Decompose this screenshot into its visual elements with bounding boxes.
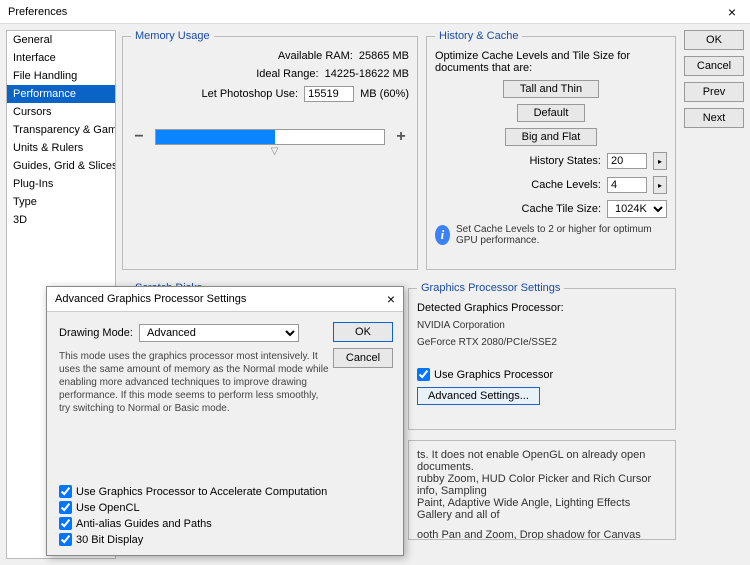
gpu-legend: Graphics Processor Settings (417, 282, 564, 294)
history-cache-panel: History & Cache Optimize Cache Levels an… (426, 30, 676, 270)
modal-title: Advanced Graphics Processor Settings (55, 293, 387, 305)
advanced-gpu-dialog: Advanced Graphics Processor Settings × O… (46, 286, 404, 556)
window-title: Preferences (8, 6, 722, 18)
mode-description: This mode uses the graphics processor mo… (59, 350, 329, 415)
sidebar-item-type[interactable]: Type (7, 193, 115, 211)
tall-thin-button[interactable]: Tall and Thin (503, 80, 599, 98)
available-ram-label: Available RAM: (223, 50, 353, 62)
sidebar-item-transparency[interactable]: Transparency & Gamut (7, 121, 115, 139)
default-button[interactable]: Default (517, 104, 586, 122)
available-ram-value: 25865 MB (359, 50, 409, 62)
prev-button[interactable]: Prev (684, 82, 744, 102)
cache-tile-label: Cache Tile Size: (522, 203, 601, 215)
sidebar-item-units[interactable]: Units & Rulers (7, 139, 115, 157)
modal-ok-button[interactable]: OK (333, 322, 393, 342)
cache-tile-select[interactable]: 1024K (607, 200, 667, 218)
big-flat-button[interactable]: Big and Flat (505, 128, 598, 146)
accelerate-computation-checkbox[interactable]: Use Graphics Processor to Accelerate Com… (59, 485, 327, 498)
drawing-mode-label: Drawing Mode: (59, 327, 133, 339)
description-box: ts. It does not enable OpenGL on already… (408, 440, 676, 540)
use-gpu-checkbox[interactable]: Use Graphics Processor (417, 368, 667, 381)
sidebar-item-plugins[interactable]: Plug-Ins (7, 175, 115, 193)
history-states-input[interactable] (607, 153, 647, 169)
detected-gpu-label: Detected Graphics Processor: (417, 302, 667, 314)
next-button[interactable]: Next (684, 108, 744, 128)
cache-levels-input[interactable] (607, 177, 647, 193)
history-states-stepper[interactable]: ▸ (653, 152, 667, 170)
sidebar-item-3d[interactable]: 3D (7, 211, 115, 229)
memory-plus-button[interactable]: + (393, 128, 409, 146)
30bit-display-checkbox[interactable]: 30 Bit Display (59, 533, 327, 546)
slider-thumb-icon[interactable]: ▽ (271, 146, 279, 157)
sidebar-item-cursors[interactable]: Cursors (7, 103, 115, 121)
memory-slider[interactable]: ▽ (155, 129, 385, 145)
ideal-range-value: 14225-18622 MB (325, 68, 409, 80)
ok-button[interactable]: OK (684, 30, 744, 50)
sidebar-item-performance[interactable]: Performance (7, 85, 115, 103)
gpu-settings-panel: Graphics Processor Settings Detected Gra… (408, 282, 676, 430)
advanced-settings-button[interactable]: Advanced Settings... (417, 387, 540, 405)
modal-close-icon[interactable]: × (387, 291, 395, 307)
info-icon: i (435, 225, 450, 245)
let-use-suffix: MB (60%) (360, 88, 409, 100)
sidebar-item-file-handling[interactable]: File Handling (7, 67, 115, 85)
ideal-range-label: Ideal Range: (189, 68, 319, 80)
cache-levels-label: Cache Levels: (531, 179, 601, 191)
cache-levels-stepper[interactable]: ▸ (653, 176, 667, 194)
use-opencl-checkbox[interactable]: Use OpenCL (59, 501, 327, 514)
gpu-vendor: NVIDIA Corporation (417, 320, 667, 331)
memory-legend: Memory Usage (131, 30, 214, 42)
let-use-label: Let Photoshop Use: (168, 88, 298, 100)
sidebar-item-guides[interactable]: Guides, Grid & Slices (7, 157, 115, 175)
sidebar-item-interface[interactable]: Interface (7, 49, 115, 67)
memory-usage-panel: Memory Usage Available RAM: 25865 MB Idea… (122, 30, 418, 270)
modal-cancel-button[interactable]: Cancel (333, 348, 393, 368)
history-states-label: History States: (529, 155, 601, 167)
close-icon[interactable]: × (722, 4, 742, 20)
let-use-input[interactable] (304, 86, 354, 102)
cache-tip: Set Cache Levels to 2 or higher for opti… (456, 224, 667, 246)
history-intro: Optimize Cache Levels and Tile Size for … (435, 50, 667, 74)
sidebar-item-general[interactable]: General (7, 31, 115, 49)
memory-minus-button[interactable]: − (131, 128, 147, 146)
drawing-mode-select[interactable]: Advanced (139, 324, 299, 342)
antialias-guides-checkbox[interactable]: Anti-alias Guides and Paths (59, 517, 327, 530)
history-legend: History & Cache (435, 30, 522, 42)
gpu-model: GeForce RTX 2080/PCIe/SSE2 (417, 337, 667, 348)
cancel-button[interactable]: Cancel (684, 56, 744, 76)
